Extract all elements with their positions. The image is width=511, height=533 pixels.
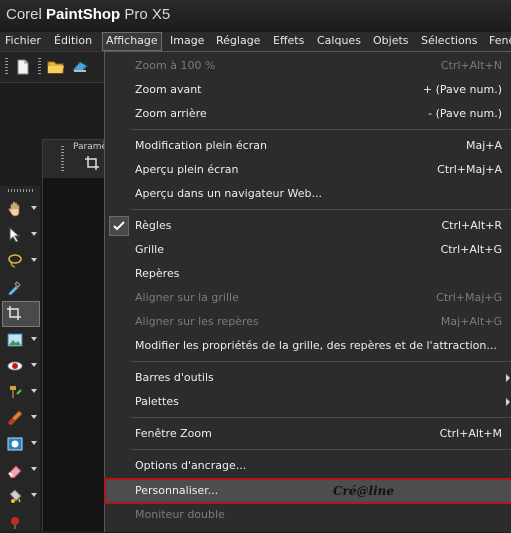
lighten-icon [6,435,24,453]
makeover-icon [6,383,24,401]
straighten-tool[interactable] [4,329,38,351]
menu-separator [131,361,511,362]
selection-tool[interactable] [4,250,38,272]
affichage-menu: Zoom à 100 % Ctrl+Alt+N Zoom avant + (Pa… [104,51,511,532]
tools-palette [0,186,40,531]
clone-brush-tool[interactable] [4,407,38,429]
pick-tool[interactable] [4,224,38,246]
menu-item-fullscreen-preview[interactable]: Aperçu plein écran Ctrl+Maj+A [105,158,511,182]
menu-item-zoom-window[interactable]: Fenêtre Zoom Ctrl+Alt+M [105,422,511,446]
palette-grip[interactable] [8,189,34,192]
tube-icon [6,513,24,531]
image-icon [6,331,24,349]
makeover-tool[interactable] [4,381,38,403]
crop-tool-options-icon[interactable] [85,156,99,173]
new-file-icon[interactable] [13,57,33,77]
menu-separator [131,129,511,130]
crop-tool[interactable] [2,301,40,327]
watermark-signature: Cré@line [333,484,394,498]
submenu-arrow-icon [506,374,510,382]
crop-icon [5,304,23,322]
menu-effets[interactable]: Effets [273,34,304,47]
pan-tool[interactable] [4,198,38,220]
red-eye-tool[interactable] [4,355,38,377]
menu-item-docking-options[interactable]: Options d'ancrage... [105,454,511,478]
picture-tube-tool[interactable] [4,511,38,533]
menu-item-palettes[interactable]: Palettes [105,390,511,414]
menu-item-zoom-in[interactable]: Zoom avant + (Pave num.) [105,78,511,102]
brush-icon [6,409,24,427]
open-folder-icon[interactable] [46,57,66,77]
menu-item-guides[interactable]: Repères [105,262,511,286]
menu-affichage[interactable]: Affichage [102,32,162,51]
menu-item-snap-guides[interactable]: Aligner sur les repères Maj+Alt+G [105,310,511,334]
menu-item-dual-monitor[interactable]: Moniteur double [105,503,511,527]
arrow-pointer-icon [6,226,24,244]
title-bar: Corel PaintShop Pro X5 [0,0,511,32]
eye-icon [6,357,24,375]
paint-bucket-icon [6,487,24,505]
palette-grip[interactable] [61,146,64,172]
standard-toolbar [0,52,104,83]
menu-image[interactable]: Image [170,34,204,47]
menu-separator [131,417,511,418]
lasso-icon [6,252,24,270]
menu-selections[interactable]: Sélections [421,34,477,47]
menu-separator [131,209,511,210]
toolbar-grip[interactable] [38,58,41,76]
menu-fenetre[interactable]: Fenê [489,34,511,47]
tool-options-label: Paramè [73,142,108,152]
menu-item-grid-properties[interactable]: Modifier les propriétés de la grille, de… [105,334,511,358]
menu-item-zoom-out[interactable]: Zoom arrière - (Pave num.) [105,102,511,126]
menu-bar: Fichier Édition Affichage Image Réglage … [0,32,511,52]
menu-calques[interactable]: Calques [317,34,361,47]
menu-item-web-preview[interactable]: Aperçu dans un navigateur Web... [105,182,511,206]
menu-item-rulers[interactable]: Règles Ctrl+Alt+R [105,214,511,238]
menu-separator [131,449,511,450]
menu-item-snap-grid[interactable]: Aligner sur la grille Ctrl+Maj+G [105,286,511,310]
submenu-arrow-icon [506,398,510,406]
menu-item-toolbars[interactable]: Barres d'outils [105,366,511,390]
menu-reglage[interactable]: Réglage [216,34,260,47]
eraser-tool[interactable] [4,459,38,481]
lighten-darken-tool[interactable] [4,433,38,455]
menu-item-grid[interactable]: Grille Ctrl+Alt+G [105,238,511,262]
toolbar-grip[interactable] [5,58,8,76]
menu-item-fullscreen-edit[interactable]: Modification plein écran Maj+A [105,134,511,158]
checkmark-icon [109,216,129,236]
menu-item-zoom-100[interactable]: Zoom à 100 % Ctrl+Alt+N [105,54,511,78]
menu-edition[interactable]: Édition [54,34,92,47]
fill-tool[interactable] [4,485,38,507]
eyedropper-icon [6,278,24,296]
tool-options-palette: Paramè [42,139,108,179]
menu-item-customize[interactable]: Personnaliser... Cré@line [104,478,511,504]
dropper-tool[interactable] [4,276,38,298]
canvas-area[interactable] [42,178,105,531]
app-title: Corel PaintShop Pro X5 [6,6,171,23]
menu-objets[interactable]: Objets [373,34,409,47]
hand-icon [6,200,24,218]
browse-icon[interactable] [70,57,90,77]
eraser-icon [6,461,24,479]
menu-fichier[interactable]: Fichier [5,34,41,47]
